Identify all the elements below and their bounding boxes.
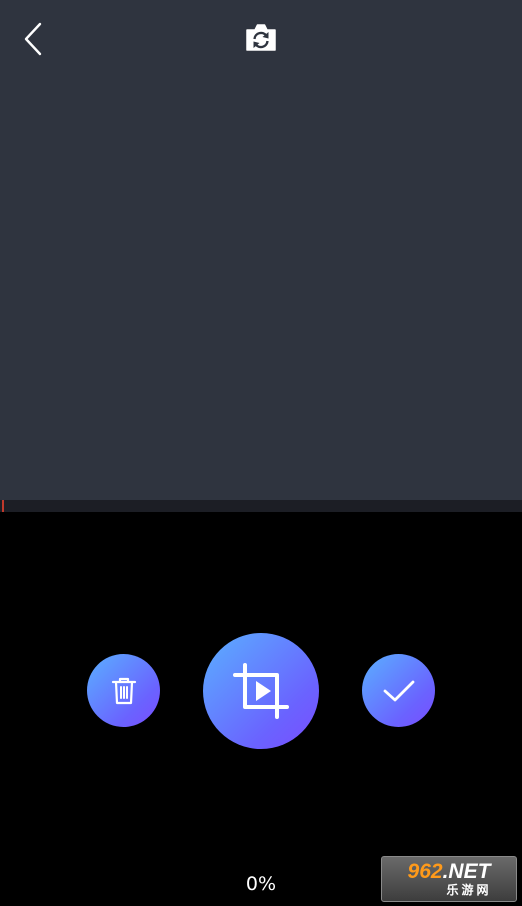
record-controls xyxy=(0,630,522,750)
chevron-left-icon xyxy=(24,22,42,56)
confirm-button[interactable] xyxy=(362,654,435,727)
watermark-caption: 乐游网 xyxy=(446,883,492,897)
record-button[interactable] xyxy=(203,633,319,749)
recording-progress-marker xyxy=(2,500,4,512)
trash-icon xyxy=(111,677,136,704)
site-watermark: 962.NET 乐游网 xyxy=(381,856,517,902)
watermark-logo: 962.NET xyxy=(408,861,491,883)
camera-switch-icon xyxy=(246,24,276,51)
watermark-suffix: .NET xyxy=(442,860,491,883)
crop-play-icon xyxy=(233,663,289,719)
recording-progress-track xyxy=(0,500,522,512)
delete-button[interactable] xyxy=(87,654,160,727)
switch-camera-button[interactable] xyxy=(242,20,280,54)
watermark-number: 962 xyxy=(407,860,443,883)
camera-preview xyxy=(0,0,522,500)
back-button[interactable] xyxy=(16,20,50,58)
checkmark-icon xyxy=(383,680,414,701)
